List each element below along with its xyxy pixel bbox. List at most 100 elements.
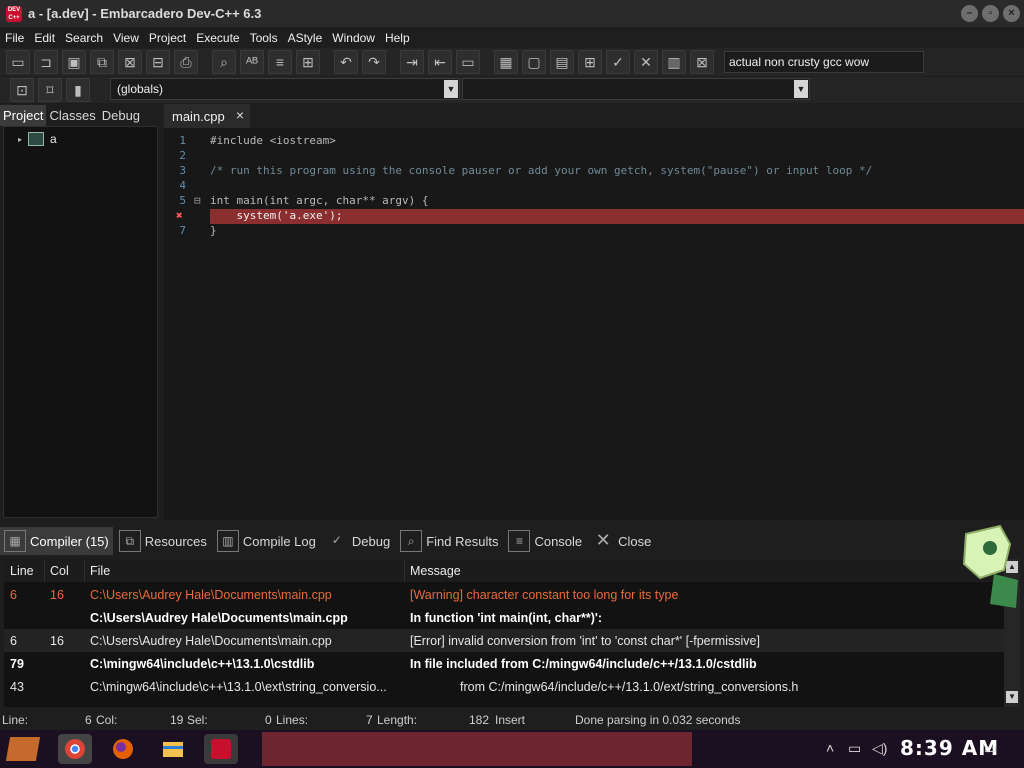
menu-edit[interactable]: Edit <box>29 31 60 45</box>
error-marker-icon: ✖ <box>176 209 183 222</box>
class-browser-icon[interactable]: ⊡ <box>10 78 34 102</box>
start-icon[interactable] <box>5 737 41 761</box>
code-line: 7 } <box>164 224 1024 239</box>
new-file-icon[interactable]: ▭ <box>6 50 30 74</box>
menu-astyle[interactable]: AStyle <box>283 31 328 45</box>
devcpp-icon[interactable] <box>204 734 238 764</box>
undo-icon[interactable]: ↶ <box>334 50 358 74</box>
compile-run-icon[interactable]: ▤ <box>550 50 574 74</box>
unindent-icon[interactable]: ⇤ <box>428 50 452 74</box>
menu-execute[interactable]: Execute <box>191 31 244 45</box>
code-editor[interactable]: 1 #include <iostream> 2 3 /* run this pr… <box>164 128 1024 520</box>
menu-file[interactable]: File <box>0 31 29 45</box>
menu-project[interactable]: Project <box>144 31 191 45</box>
compiler-set-field[interactable] <box>724 51 924 73</box>
scroll-down-icon[interactable]: ▼ <box>1006 691 1018 703</box>
tab-label: Resources <box>144 533 207 549</box>
code-text: } <box>210 224 217 237</box>
firefox-icon[interactable] <box>106 734 140 764</box>
devcpp-app-icon: DEV C++ <box>6 5 22 22</box>
chevron-down-icon[interactable]: ▼ <box>444 80 458 98</box>
menu-search[interactable]: Search <box>60 31 108 45</box>
column-header-file[interactable]: File <box>90 564 404 578</box>
tab-find-results[interactable]: ⌕ Find Results <box>396 527 502 555</box>
close-all-icon[interactable]: ⊟ <box>146 50 170 74</box>
line-number: 4 <box>179 179 186 192</box>
table-row[interactable]: 79 C:\mingw64\include\c++\13.1.0\cstdlib… <box>4 652 1004 675</box>
rebuild-icon[interactable]: ⊞ <box>578 50 602 74</box>
run-icon[interactable]: ▢ <box>522 50 546 74</box>
bookmark-icon[interactable]: ⌑ <box>38 78 62 102</box>
redo-icon[interactable]: ↷ <box>362 50 386 74</box>
expand-arrow-icon[interactable]: ▸ <box>18 135 22 144</box>
indent-icon[interactable]: ⇥ <box>400 50 424 74</box>
table-row[interactable]: 6 16 C:\Users\Audrey Hale\Documents\main… <box>4 583 1004 606</box>
menu-tools[interactable]: Tools <box>245 31 283 45</box>
compile-icon[interactable]: ▦ <box>494 50 518 74</box>
menu-window[interactable]: Window <box>327 31 380 45</box>
close-file-icon[interactable]: ⊠ <box>118 50 142 74</box>
code-line: 4 <box>164 179 1024 194</box>
tab-compile-log[interactable]: ▥ Compile Log <box>213 527 320 555</box>
tab-main-cpp[interactable]: main.cpp × <box>164 104 250 128</box>
status-bar: Line: 6 Col: 19 Sel: 0 Lines: 7 Length: … <box>0 710 1024 730</box>
code-text: int main(int argc, char** argv) { <box>210 194 429 207</box>
tab-project[interactable]: Project <box>0 105 47 126</box>
scope-combo[interactable]: (globals) ▼ <box>110 78 460 100</box>
cell-file: C:\Users\Audrey Hale\Documents\main.cpp <box>90 633 332 648</box>
minimize-button[interactable]: – <box>961 5 978 22</box>
tab-label: Console <box>534 533 583 549</box>
cell-line: 6 <box>10 633 17 648</box>
tab-close[interactable]: ✕ Close <box>588 527 655 555</box>
close-icon[interactable]: × <box>236 107 244 123</box>
notifications-icon[interactable]: ▭ <box>984 740 997 757</box>
tray-chevron-icon[interactable]: ˄ <box>826 740 834 756</box>
save-all-icon[interactable]: ⧉ <box>90 50 114 74</box>
tab-debug[interactable]: Debug <box>99 105 143 126</box>
tree-node-label: a <box>50 132 57 146</box>
bookmark-list-icon[interactable]: ▮ <box>66 78 90 102</box>
replace-icon[interactable]: ᴬᴮ <box>240 50 264 74</box>
table-row[interactable]: 6 16 C:\Users\Audrey Hale\Documents\main… <box>4 629 1004 652</box>
code-line-error: ✖ system('a.exe'); <box>164 209 1024 224</box>
find-icon[interactable]: ⌕ <box>212 50 236 74</box>
tab-label: Compile Log <box>242 533 316 549</box>
file-explorer-icon[interactable] <box>156 734 190 764</box>
column-header-col[interactable]: Col <box>50 564 86 578</box>
network-icon[interactable]: ▭ <box>848 740 861 757</box>
table-row[interactable]: 43 C:\mingw64\include\c++\13.1.0\ext\str… <box>4 675 1004 698</box>
column-header-line[interactable]: Line <box>10 564 44 578</box>
tab-console[interactable]: ≡ Console <box>504 527 586 555</box>
save-icon[interactable]: ▣ <box>62 50 86 74</box>
tree-node-project[interactable]: ▸ a <box>18 132 57 146</box>
tab-resources[interactable]: ⧉ Resources <box>115 527 211 555</box>
delete-profile-icon[interactable]: ⊠ <box>690 50 714 74</box>
goto-function-icon[interactable]: ⊞ <box>296 50 320 74</box>
print-icon[interactable]: ⎙ <box>174 50 198 74</box>
tab-classes[interactable]: Classes <box>46 105 98 126</box>
window-title: a - [a.dev] - Embarcadero Dev-C++ 6.3 <box>28 6 262 21</box>
chevron-down-icon[interactable]: ▼ <box>794 80 808 98</box>
chrome-icon[interactable] <box>58 734 92 764</box>
tab-debug-bottom[interactable]: ✓ Debug <box>322 527 394 555</box>
column-header-message[interactable]: Message <box>410 564 1000 578</box>
syntax-check-icon[interactable]: ✓ <box>606 50 630 74</box>
tab-compiler[interactable]: ▦ Compiler (15) <box>0 527 113 555</box>
status-lines-label: Lines: <box>276 713 309 727</box>
stop-icon[interactable]: ✕ <box>634 50 658 74</box>
maximize-button[interactable]: ▫ <box>982 5 999 22</box>
menu-view[interactable]: View <box>108 31 144 45</box>
line-number: 2 <box>179 149 186 162</box>
close-window-button[interactable]: × <box>1003 5 1020 22</box>
profile-icon[interactable]: ▥ <box>662 50 686 74</box>
menu-help[interactable]: Help <box>380 31 415 45</box>
fold-icon[interactable]: ⊟ <box>194 194 201 207</box>
goto-line-icon[interactable]: ≡ <box>268 50 292 74</box>
open-file-icon[interactable]: ⊐ <box>34 50 58 74</box>
table-row[interactable]: C:\Users\Audrey Hale\Documents\main.cpp … <box>4 606 1004 629</box>
function-combo[interactable]: ▼ <box>462 78 810 100</box>
comment-icon[interactable]: ▭ <box>456 50 480 74</box>
cell-line: 79 <box>10 656 24 671</box>
resources-icon: ⧉ <box>118 530 141 552</box>
volume-icon[interactable]: ◁) <box>872 740 887 757</box>
